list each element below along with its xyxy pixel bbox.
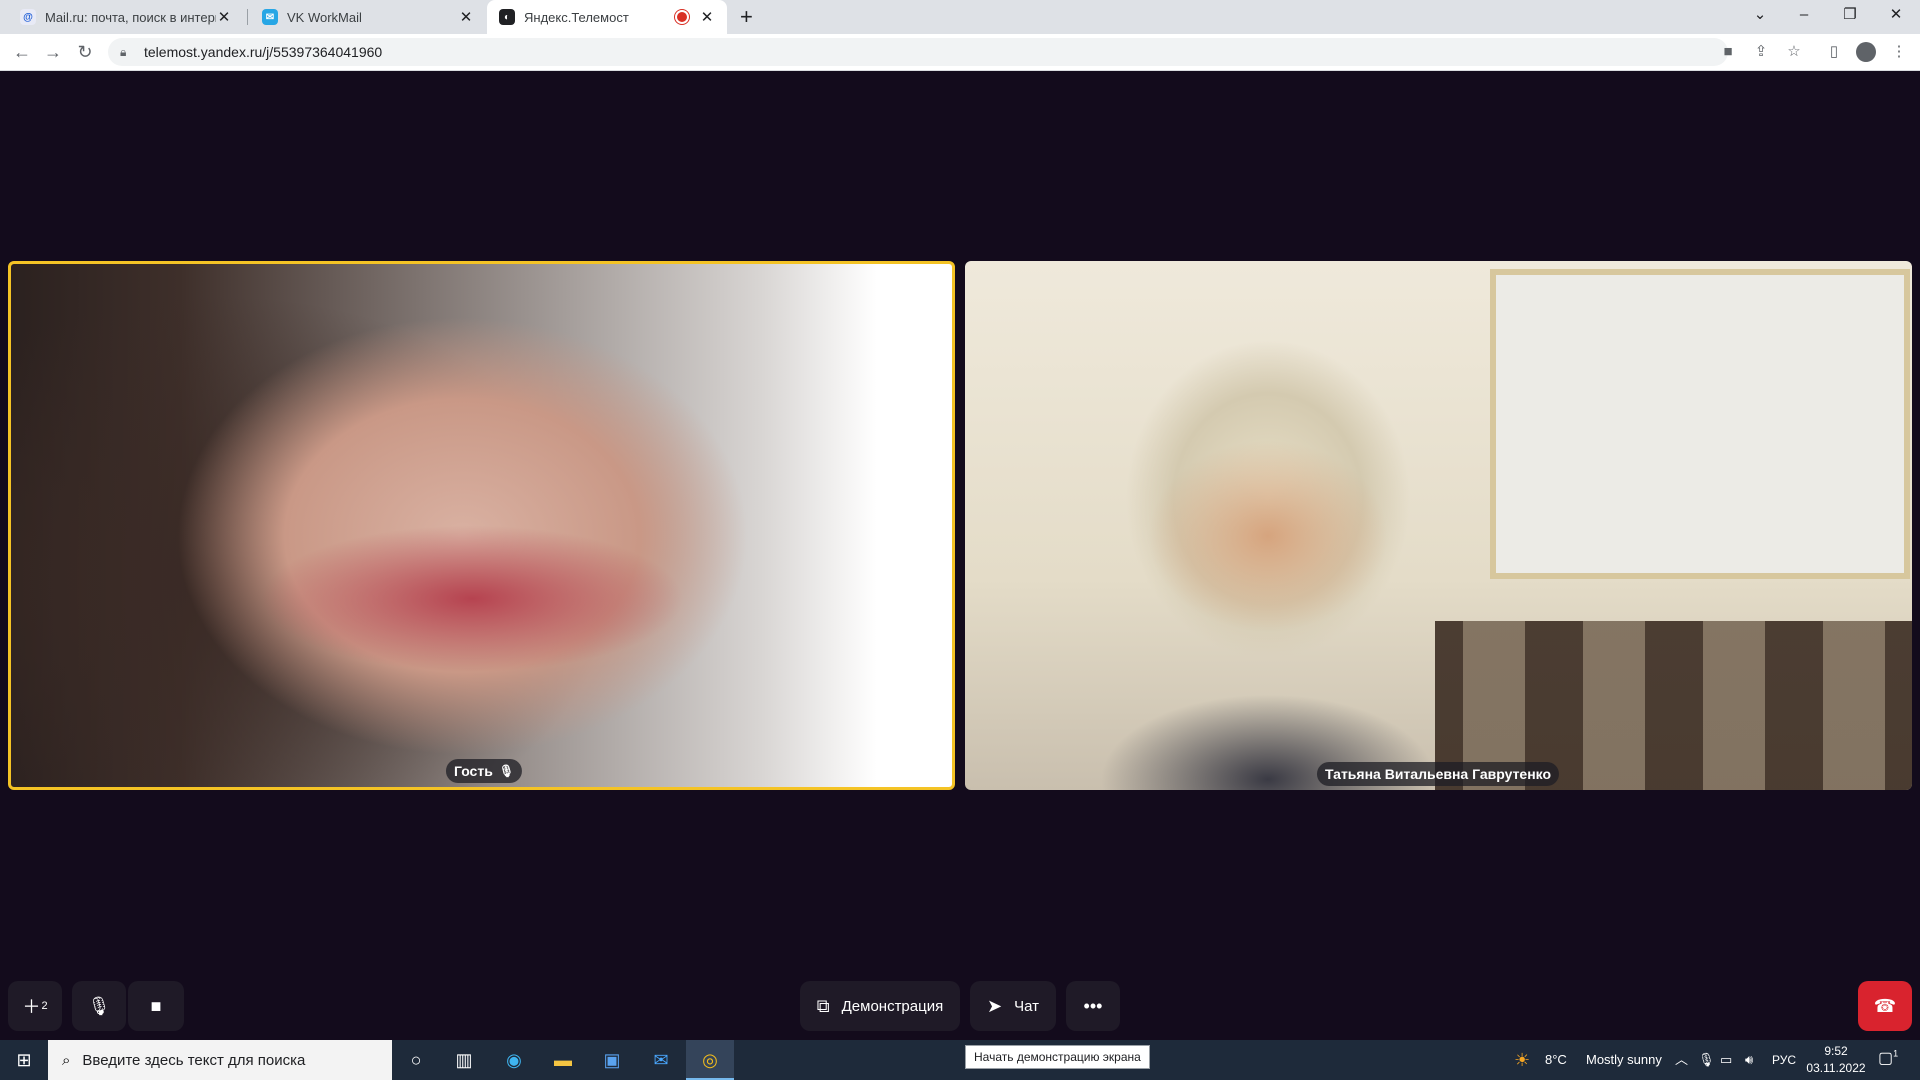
chat-label: Чат	[1014, 997, 1039, 1015]
participants-count-badge: 2	[41, 1000, 48, 1012]
microphone-icon: 🎙︎	[87, 995, 111, 1016]
share-icon[interactable]: ⇪	[1750, 41, 1772, 63]
telemost-favicon-icon: ◐	[499, 9, 515, 25]
participant-name-label: Татьяна Витальевна Гаврутенко	[1316, 762, 1560, 786]
clock-date: 03.11.2022	[1806, 1061, 1866, 1075]
notifications-count: 1	[1893, 1048, 1899, 1059]
participant-name: Татьяна Витальевна Гаврутенко	[1324, 766, 1552, 782]
search-icon: ⌕	[62, 1051, 71, 1069]
close-icon[interactable]: ✕	[458, 8, 474, 26]
background-notice-board	[1490, 269, 1910, 579]
participant-name-label: Гость 🎙︎	[445, 759, 523, 783]
task-view-icon[interactable]: ▥	[440, 1040, 488, 1080]
url-text: telemost.yandex.ru/j/55397364041960	[144, 44, 383, 60]
volume-icon[interactable]: 🔊︎	[1745, 1040, 1753, 1080]
taskbar-search-box[interactable]: ⌕ Введите здесь текст для поиска	[48, 1040, 392, 1080]
tab-vk-workmail[interactable]: ✉ VK WorkMail ✕	[250, 0, 486, 34]
add-user-icon: ＋	[22, 997, 41, 1017]
network-icon[interactable]: ▭	[1720, 1040, 1732, 1080]
video-camera-icon: ■	[150, 995, 162, 1016]
vk-workmail-favicon-icon: ✉	[262, 9, 278, 25]
browser-menu-icon[interactable]: ⋮	[1888, 41, 1910, 63]
tab-search-chevron-down-icon[interactable]: ⌄	[1738, 0, 1782, 30]
browser-tab-strip: @ Mail.ru: почта, поиск в интернете ✕ ✉ …	[0, 0, 1920, 34]
tab-divider	[247, 9, 248, 25]
microphone-active-icon: 🎙︎	[498, 764, 515, 778]
windows-taskbar: ⊞ ⌕ Введите здесь текст для поиска ○ ▥ ◉…	[0, 1040, 1920, 1080]
invite-participants-button[interactable]: ＋ 2	[8, 981, 62, 1031]
restore-icon[interactable]: ❐	[1828, 0, 1872, 30]
notifications-icon[interactable]: ▢1	[1878, 1048, 1898, 1068]
windows-start-icon[interactable]: ⊞	[0, 1040, 48, 1080]
close-icon[interactable]: ✕	[699, 8, 715, 26]
forward-arrow-icon[interactable]: →	[41, 40, 65, 64]
clock-time: 9:52	[1824, 1044, 1848, 1058]
input-language[interactable]: РУС	[1772, 1040, 1796, 1080]
address-bar[interactable]: 🔒︎ telemost.yandex.ru/j/55397364041960	[108, 38, 1728, 66]
tray-chevron-up-icon[interactable]: ︿	[1675, 1040, 1688, 1080]
chrome-browser-icon[interactable]: ◎	[686, 1040, 734, 1080]
tab-title: Яндекс.Телемост	[524, 9, 629, 25]
tray-microphone-icon[interactable]: 🎙︎	[1698, 1040, 1715, 1080]
file-explorer-icon[interactable]: ▬	[539, 1040, 587, 1080]
tab-yandex-telemost[interactable]: ◐ Яндекс.Телемост ✕	[487, 0, 727, 34]
lock-icon: 🔒︎	[120, 44, 127, 59]
microsoft-store-icon[interactable]: ▣	[588, 1040, 636, 1080]
tab-mail-ru[interactable]: @ Mail.ru: почта, поиск в интернете ✕	[8, 0, 244, 34]
mail-ru-favicon-icon: @	[20, 9, 36, 25]
video-tile-guest[interactable]: Гость 🎙︎	[8, 261, 955, 790]
reload-icon[interactable]: ↻	[73, 40, 97, 64]
close-icon[interactable]: ✕	[216, 8, 232, 26]
profile-avatar[interactable]	[1856, 42, 1876, 62]
window-close-icon[interactable]: ✕	[1874, 0, 1918, 30]
side-panel-icon[interactable]: ▯	[1823, 41, 1845, 63]
end-call-button[interactable]: ☎	[1858, 981, 1912, 1031]
participant-name: Гость	[453, 763, 493, 779]
recording-indicator-icon	[677, 12, 687, 22]
send-arrow-icon: ➤	[987, 995, 1003, 1016]
hang-up-phone-icon: ☎	[1873, 995, 1897, 1016]
tab-title: VK WorkMail	[287, 9, 362, 25]
tab-title: Mail.ru: почта, поиск в интернете	[45, 9, 216, 25]
chat-button[interactable]: ➤ Чат	[970, 981, 1056, 1031]
system-clock[interactable]: 9:52 03.11.2022	[1796, 1043, 1876, 1077]
browser-toolbar: ← → ↻ 🔒︎ telemost.yandex.ru/j/5539736404…	[0, 34, 1920, 71]
bookmark-star-icon[interactable]: ☆	[1783, 41, 1805, 63]
edge-browser-icon[interactable]: ◉	[490, 1040, 538, 1080]
weather-temperature[interactable]: 8°C	[1545, 1040, 1567, 1080]
weather-sun-icon: ☀	[1514, 1050, 1531, 1070]
video-tile-participant[interactable]: Татьяна Витальевна Гаврутенко	[965, 261, 1912, 790]
screen-share-label: Демонстрация	[841, 997, 944, 1015]
minimize-icon[interactable]: –	[1782, 0, 1826, 30]
back-arrow-icon[interactable]: ←	[10, 40, 34, 64]
new-tab-button[interactable]: +	[740, 4, 753, 30]
mail-app-icon[interactable]: ✉	[637, 1040, 685, 1080]
microphone-button[interactable]: 🎙︎	[72, 981, 126, 1031]
screen-share-icon: ⧉	[816, 995, 830, 1016]
camera-in-use-icon[interactable]: ■	[1717, 41, 1739, 63]
screen-share-tooltip: Начать демонстрацию экрана	[965, 1045, 1150, 1069]
more-options-button[interactable]: •••	[1066, 981, 1120, 1031]
weather-description[interactable]: Mostly sunny	[1586, 1040, 1662, 1080]
more-dots-icon: •••	[1083, 995, 1103, 1016]
cortana-circle-icon[interactable]: ○	[392, 1040, 440, 1080]
camera-button[interactable]: ■	[128, 981, 184, 1031]
screen-share-button[interactable]: ⧉ Демонстрация	[800, 981, 960, 1031]
taskbar-search-placeholder: Введите здесь текст для поиска	[82, 1051, 306, 1069]
